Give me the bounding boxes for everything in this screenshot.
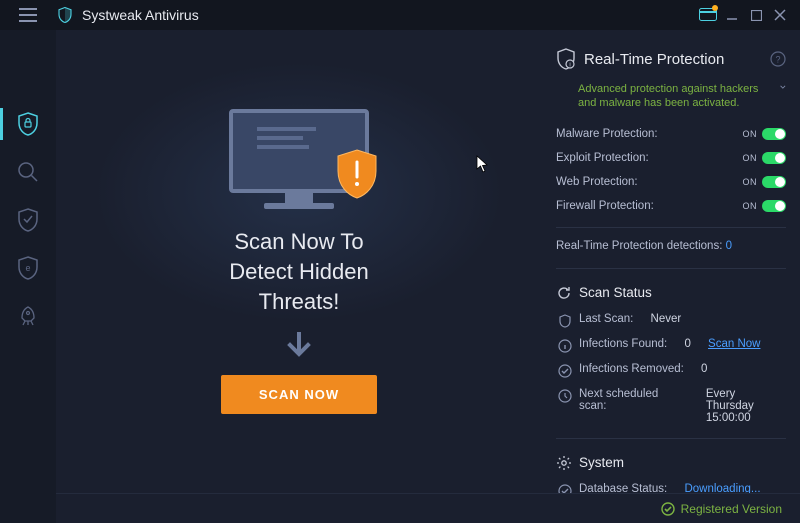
close-icon xyxy=(774,9,786,21)
clock-icon xyxy=(558,389,572,403)
shield-check-icon xyxy=(17,208,39,232)
refresh-icon xyxy=(556,285,572,301)
warning-shield-icon xyxy=(335,149,379,199)
svg-text:i: i xyxy=(569,63,570,69)
db-status-value: Downloading... xyxy=(684,483,760,493)
chevron-down-icon xyxy=(780,82,786,92)
minimize-button[interactable] xyxy=(720,3,744,27)
arrow-down-icon xyxy=(284,331,314,361)
main: Scan Now To Detect Hidden Threats! SCAN … xyxy=(56,30,800,493)
maximize-button[interactable] xyxy=(744,3,768,27)
titlebar: Systweak Antivirus xyxy=(0,0,800,30)
rtp-title: Real-Time Protection xyxy=(584,51,762,68)
divider xyxy=(556,438,786,439)
check-icon xyxy=(558,484,572,493)
system-header: System xyxy=(556,451,786,475)
minimize-icon xyxy=(726,9,738,21)
divider xyxy=(556,227,786,228)
shield-lock-icon xyxy=(17,112,39,136)
cursor-icon xyxy=(476,155,490,173)
shield-info-icon: i xyxy=(556,48,576,70)
check-icon xyxy=(558,364,572,378)
switch-web[interactable] xyxy=(762,176,786,188)
hamburger-icon xyxy=(19,8,37,22)
last-scan-row: Last Scan: Never xyxy=(556,311,786,330)
sidebar: e xyxy=(0,30,56,523)
switch-exploit[interactable] xyxy=(762,152,786,164)
sidebar-item-scan[interactable] xyxy=(0,148,56,196)
toggle-web: Web Protection: ON xyxy=(556,173,786,191)
sidebar-item-protection[interactable] xyxy=(0,196,56,244)
help-button[interactable]: ? xyxy=(770,51,786,67)
maximize-icon xyxy=(751,10,762,21)
scan-now-link[interactable]: Scan Now xyxy=(708,338,760,350)
shield-small-icon xyxy=(558,314,572,328)
footer: Registered Version xyxy=(56,493,800,523)
switch-firewall[interactable] xyxy=(762,200,786,212)
subscription-button[interactable] xyxy=(696,3,720,27)
database-status-row: Database Status: Downloading... xyxy=(556,481,786,493)
scan-status-header: Scan Status xyxy=(556,281,786,305)
divider xyxy=(556,268,786,269)
magnifier-icon xyxy=(17,161,39,183)
sidebar-item-quarantine[interactable]: e xyxy=(0,244,56,292)
toggle-firewall: Firewall Protection: ON xyxy=(556,197,786,215)
check-circle-icon xyxy=(661,502,675,516)
infections-found-row: Infections Found: 0 Scan Now xyxy=(556,336,786,355)
activation-status[interactable]: Advanced protection against hackers and … xyxy=(556,76,786,119)
close-button[interactable] xyxy=(768,3,792,27)
infections-removed-row: Infections Removed: 0 xyxy=(556,361,786,380)
monitor-illustration xyxy=(229,109,369,209)
svg-text:e: e xyxy=(25,263,30,273)
rocket-icon xyxy=(17,305,39,327)
right-panel: i Real-Time Protection ? Advanced protec… xyxy=(542,30,800,493)
info-icon xyxy=(558,339,572,353)
brand-name: Systweak Antivirus xyxy=(82,7,199,23)
gear-icon xyxy=(556,455,572,471)
svg-text:?: ? xyxy=(775,55,780,65)
switch-malware[interactable] xyxy=(762,128,786,140)
registered-label: Registered Version xyxy=(681,502,782,516)
headline: Scan Now To Detect Hidden Threats! xyxy=(229,227,368,316)
menu-button[interactable] xyxy=(0,0,56,30)
next-scan-row: Next scheduled scan: Every Thursday 15:0… xyxy=(556,386,786,426)
brand: Systweak Antivirus xyxy=(56,6,199,24)
shield-e-icon: e xyxy=(17,256,39,280)
toggle-malware: Malware Protection: ON xyxy=(556,125,786,143)
notification-dot-icon xyxy=(712,5,718,11)
sidebar-item-home[interactable] xyxy=(0,100,56,148)
scan-now-button[interactable]: SCAN NOW xyxy=(221,375,377,414)
sidebar-item-boost[interactable] xyxy=(0,292,56,340)
center-pane: Scan Now To Detect Hidden Threats! SCAN … xyxy=(56,30,542,493)
brand-shield-icon xyxy=(56,6,74,24)
toggle-exploit: Exploit Protection: ON xyxy=(556,149,786,167)
rtp-detections: Real-Time Protection detections: 0 xyxy=(556,240,786,256)
